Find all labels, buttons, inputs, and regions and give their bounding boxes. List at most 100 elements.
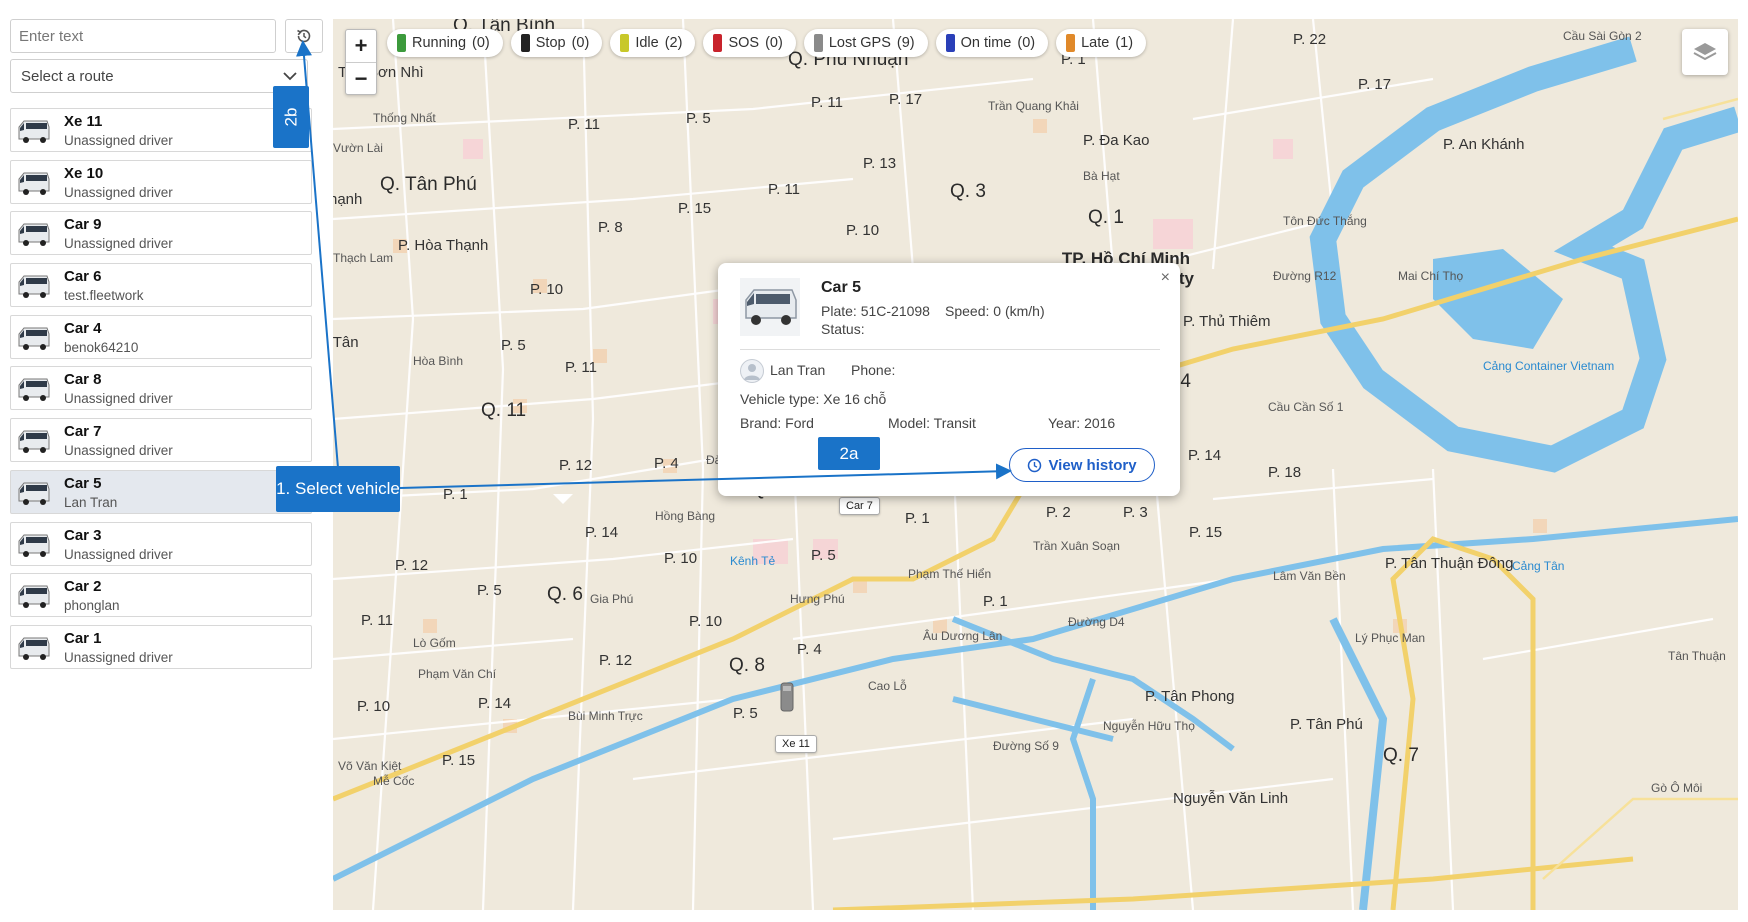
van-icon [18, 327, 50, 350]
map-place-label: P. 5 [686, 110, 711, 127]
popup-year: Year: 2016 [1048, 415, 1116, 431]
map-place-label: P. 5 [811, 547, 836, 564]
map-place-label: P. 22 [1293, 31, 1327, 48]
search-input[interactable] [10, 19, 276, 53]
map-place-label: P. 4 [654, 455, 679, 472]
van-icon [18, 534, 50, 557]
status-count: (0) [472, 35, 490, 51]
view-history-label: View history [1048, 456, 1137, 474]
vehicle-driver: Unassigned driver [64, 133, 173, 148]
vehicle-list-item[interactable]: Car 2 phonglan [10, 573, 312, 618]
map-place-label: Nguyễn Hữu Thọ [1103, 719, 1195, 733]
vehicle-list-item[interactable]: Car 9 Unassigned driver [10, 211, 312, 256]
status-filter-on-time[interactable]: On time (0) [935, 29, 1049, 57]
vehicle-list-item[interactable]: Car 1 Unassigned driver [10, 624, 312, 669]
popup-speed: Speed: 0 (km/h) [945, 303, 1045, 319]
map-place-label: P. Tân Phong [1145, 688, 1235, 705]
status-filter-sos[interactable]: SOS (0) [703, 29, 796, 57]
car-status-icon [520, 34, 530, 52]
annotation-select-vehicle: 1. Select vehicle [276, 466, 400, 512]
map-place-label: P. 18 [1268, 464, 1302, 481]
reset-button[interactable] [285, 19, 323, 53]
status-filter-stop[interactable]: Stop (0) [510, 29, 603, 57]
vehicle-driver: test.fleetwork [64, 288, 144, 304]
map-place-label: Phạm Văn Chí [418, 667, 497, 681]
close-icon[interactable]: × [1161, 269, 1170, 287]
vehicle-driver: Unassigned driver [64, 391, 173, 407]
map-place-label: Cảng Tân [1512, 559, 1565, 573]
vehicle-list-item[interactable]: Xe 10 Unassigned driver [10, 159, 312, 204]
vehicle-driver: benok64210 [64, 339, 139, 355]
map-place-label: P. 14 [1188, 447, 1222, 464]
car-status-icon [813, 34, 823, 52]
status-filter-running[interactable]: Running (0) [387, 29, 503, 57]
marker-label-xe11: Xe 11 [775, 735, 817, 753]
van-icon [18, 223, 50, 247]
map-place-label: Cầu Cần Số 1 [1268, 400, 1344, 414]
map-place-label: Hưng Phú [790, 592, 845, 606]
popup-plate: Plate: 51C-21098 [821, 303, 930, 319]
map-place-label: Bà Hạt [1083, 169, 1120, 183]
vehicle-photo [740, 278, 800, 336]
map-place-label: P. 10 [664, 550, 698, 567]
vehicle-list-item[interactable]: Car 7 Unassigned driver [10, 418, 312, 463]
vehicle-list-item[interactable]: Car 6 test.fleetwork [10, 263, 312, 308]
map-layers-button[interactable] [1682, 29, 1728, 75]
vehicle-name: Car 6 [64, 268, 102, 286]
vehicle-list-item[interactable]: Car 3 Unassigned driver [10, 521, 312, 566]
map-place-label: P. 1 [443, 486, 468, 503]
status-filter-bar: Running (0) Stop (0) Idle (2) SOS (0) Lost GPS (9… [387, 29, 1147, 57]
map-place-label: P. 14 [585, 524, 619, 541]
popup-driver-name: Lan Tran [770, 362, 826, 378]
status-label: Lost GPS [828, 35, 891, 51]
map-place-label: P. 15 [678, 200, 712, 217]
map-place-label: Đường Số 9 [993, 739, 1059, 753]
vehicle-list-item[interactable]: Car 5 Lan Tran [10, 469, 312, 514]
status-label: Running [412, 35, 467, 51]
map-place-label: Gia Phú [590, 592, 634, 606]
map-place-label: Đường D4 [1068, 615, 1125, 629]
status-filter-late[interactable]: Late (1) [1056, 29, 1147, 57]
van-icon [18, 430, 50, 454]
vehicle-info-popup: × Car 5 Plate: 51C-21098 Speed: 0 (km/h)… [718, 263, 1180, 496]
map-place-label: Cảng Container Vietnam [1483, 359, 1615, 373]
vehicle-driver: Unassigned driver [64, 546, 173, 562]
map-place-label: P. 10 [530, 281, 564, 298]
vehicle-list-item[interactable]: Car 8 Unassigned driver [10, 366, 312, 411]
vehicle-list-item[interactable]: Car 4 benok64210 [10, 314, 312, 359]
annotation-2b: 2b [273, 86, 309, 148]
map-place-label: P. 4 [797, 641, 822, 658]
popup-status: Status: [821, 321, 865, 337]
vehicle-name: Xe 10 [64, 164, 104, 182]
zoom-out-button[interactable]: − [346, 62, 376, 94]
map-place-label: Cầu Sài Gòn 2 [1563, 29, 1642, 43]
map-place-label: P. Tân Phú [1290, 716, 1363, 733]
vehicle-marker-xe11[interactable] [779, 681, 795, 713]
view-history-button[interactable]: View history [1009, 448, 1155, 482]
map-place-label: P. 12 [395, 557, 429, 574]
map-place-label: Đường R12 [1273, 269, 1337, 283]
map-place-label: P. 11 [811, 94, 843, 111]
vehicle-name: Xe 11 [64, 113, 103, 130]
map-place-label: P. 11 [768, 181, 800, 198]
map-place-label: P. 12 [559, 457, 593, 474]
map-place-label: P. 10 [357, 698, 391, 715]
status-filter-lost-gps[interactable]: Lost GPS (9) [803, 29, 928, 57]
driver-avatar [740, 359, 764, 383]
route-select[interactable]: Select a route [10, 59, 308, 93]
map-place-label: P. 5 [477, 582, 502, 599]
map-place-label: Q. 6 [547, 584, 583, 605]
van-icon [18, 585, 50, 609]
zoom-in-button[interactable]: + [346, 30, 376, 62]
car-status-icon [1066, 34, 1076, 52]
map-place-label: P. 15 [442, 752, 476, 769]
history-reset-icon [297, 29, 311, 43]
map-view[interactable]: Q. Tân Bình Tân Sơn Nhì Q. Phú Nhuận P. 22 C… [333, 19, 1738, 910]
user-icon [744, 364, 760, 380]
popup-title: Car 5 [821, 279, 862, 296]
vehicle-list-item[interactable]: Xe 11 Unassigned driver [10, 108, 312, 152]
vehicle-driver: Lan Tran [64, 494, 118, 510]
vehicle-name: Car 4 [64, 319, 102, 337]
map-place-label: Kênh Tẻ [730, 554, 776, 568]
status-filter-idle[interactable]: Idle (2) [610, 29, 696, 57]
